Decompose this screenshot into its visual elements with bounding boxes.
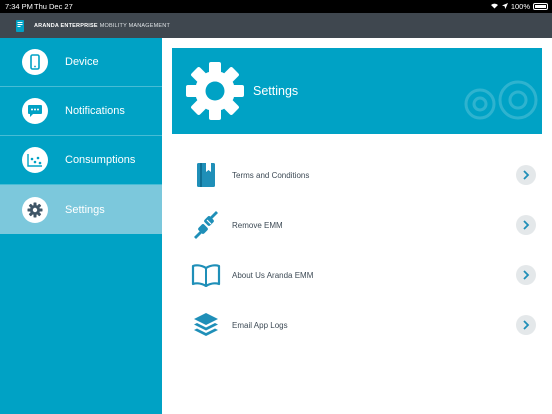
app-header: ARANDA ENTERPRISE MOBILITY MANAGEMENT — [0, 13, 552, 38]
unplug-icon — [190, 209, 222, 241]
sidebar-item-label: Device — [65, 56, 99, 68]
menu-item-label: Remove EMM — [232, 220, 283, 230]
sidebar-item-device[interactable]: Device — [0, 38, 162, 87]
gear-icon — [184, 60, 246, 122]
status-indicators: 100% — [490, 0, 548, 13]
brand-subtitle: MOBILITY MANAGEMENT — [99, 22, 171, 29]
brand-name: ARANDA ENTERPRISE — [34, 22, 98, 29]
chevron-right-icon[interactable] — [516, 265, 536, 285]
open-book-icon — [190, 259, 222, 291]
menu-item-about[interactable]: About Us Aranda EMM — [190, 250, 536, 300]
menu-item-remove-emm[interactable]: Remove EMM — [190, 200, 536, 250]
chat-bubble-icon — [22, 98, 48, 124]
book-icon — [190, 159, 222, 191]
menu-item-terms[interactable]: Terms and Conditions — [190, 150, 536, 200]
sidebar-item-label: Consumptions — [65, 154, 136, 166]
wifi-icon — [490, 0, 499, 13]
decorative-gears-icon — [458, 74, 542, 134]
status-time: 7:34 PM — [5, 2, 33, 11]
battery-icon — [533, 3, 548, 10]
sidebar: Device Notifications Consumptions Settin… — [0, 38, 162, 414]
page-title: Settings — [253, 84, 299, 98]
menu-item-label: Terms and Conditions — [232, 170, 310, 180]
status-date: Thu Dec 27 — [34, 2, 73, 11]
phone-icon — [22, 49, 48, 75]
chevron-right-icon[interactable] — [516, 215, 536, 235]
menu-item-email-logs[interactable]: Email App Logs — [190, 300, 536, 350]
chevron-right-icon[interactable] — [516, 315, 536, 335]
menu-item-label: Email App Logs — [232, 320, 288, 330]
sidebar-item-consumptions[interactable]: Consumptions — [0, 136, 162, 185]
gear-icon — [22, 196, 48, 223]
sidebar-item-label: Settings — [65, 203, 105, 216]
chevron-right-icon[interactable] — [516, 165, 536, 185]
status-bar: 7:34 PM Thu Dec 27 100% — [0, 0, 552, 13]
battery-percent: 100% — [510, 2, 530, 11]
sidebar-item-notifications[interactable]: Notifications — [0, 87, 162, 136]
location-icon — [501, 0, 508, 13]
menu-item-label: About Us Aranda EMM — [232, 270, 314, 280]
sidebar-item-settings[interactable]: Settings — [0, 185, 162, 234]
chart-icon — [22, 147, 48, 173]
app-logo-icon — [14, 19, 26, 33]
layers-icon — [190, 309, 222, 341]
main-content: Settings Terms and Conditions Remove EMM… — [162, 38, 552, 414]
settings-banner: Settings — [172, 48, 542, 134]
sidebar-item-label: Notifications — [65, 105, 125, 117]
settings-menu: Terms and Conditions Remove EMM About Us… — [190, 150, 536, 350]
